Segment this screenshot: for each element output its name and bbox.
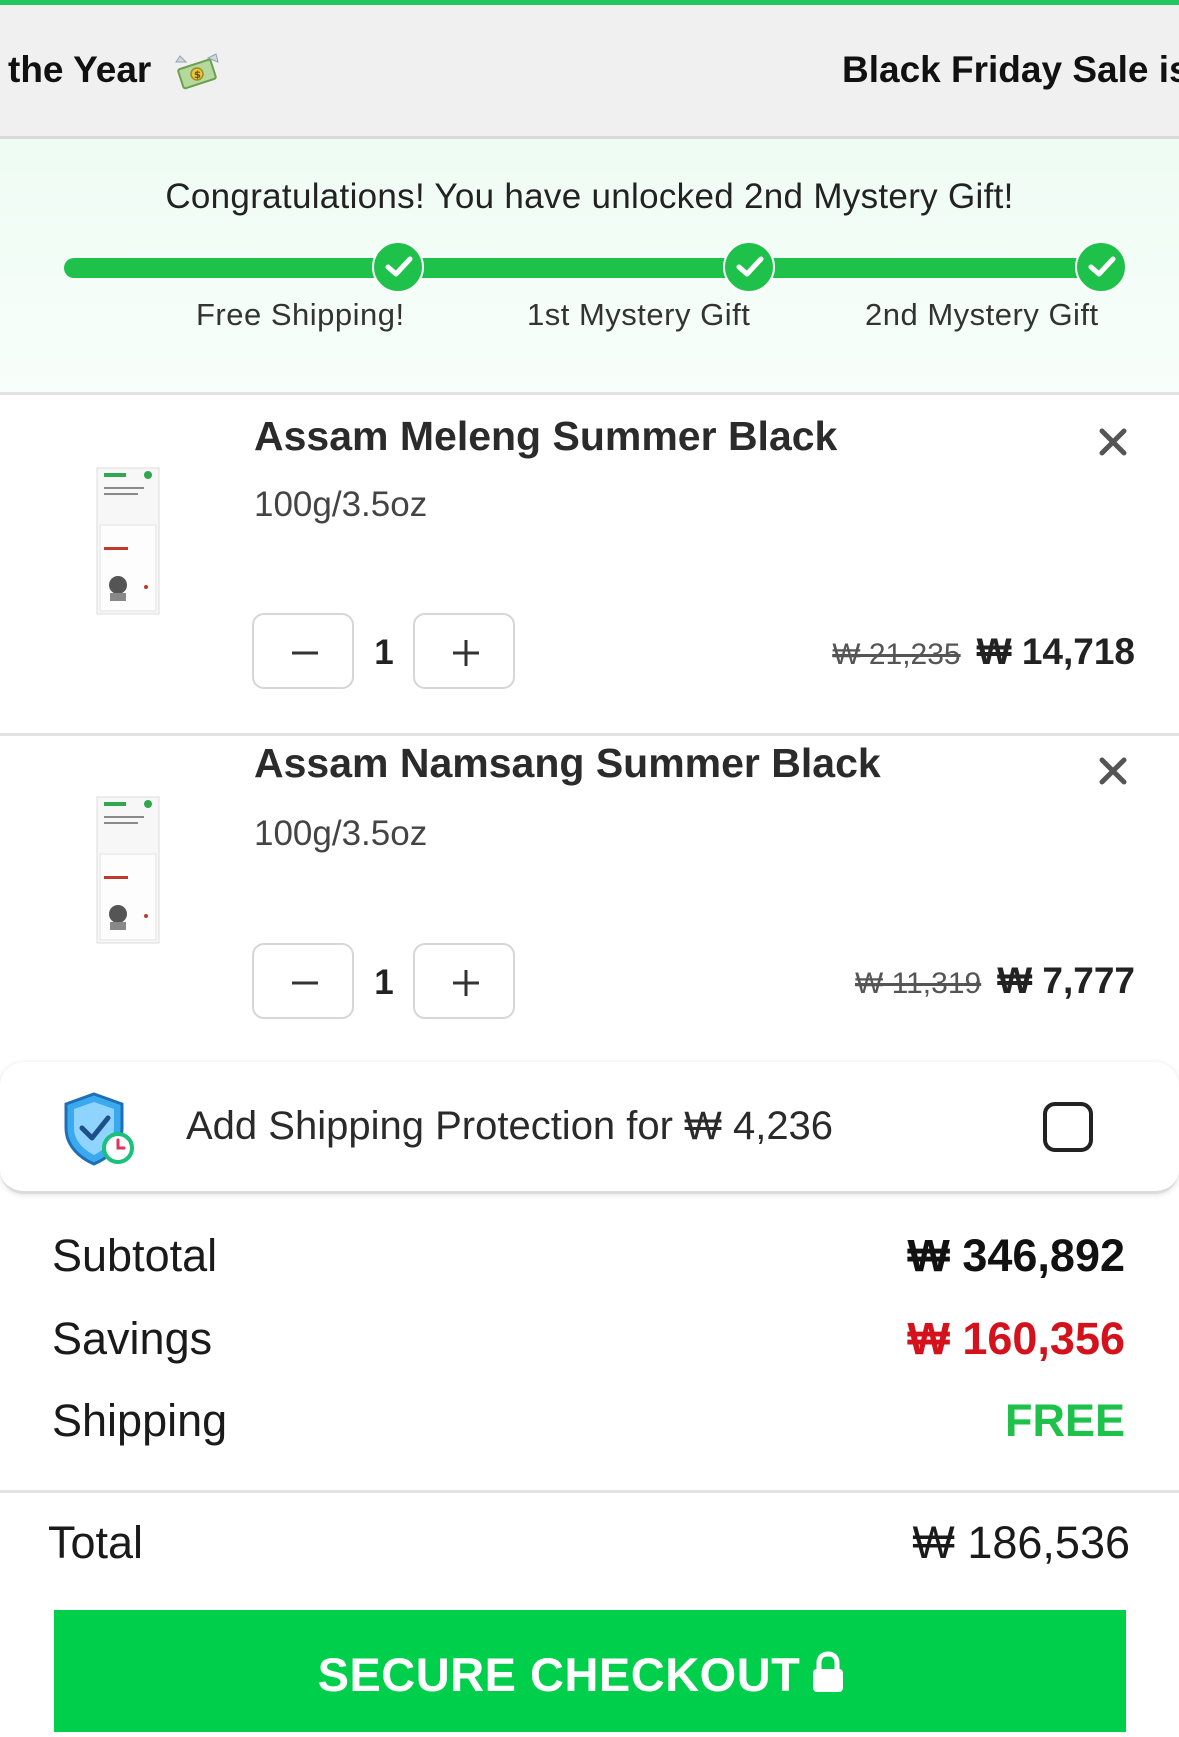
milestone-label: 2nd Mystery Gift (865, 297, 1099, 332)
milestone-check-icon (723, 241, 775, 293)
product-title[interactable]: Assam Meleng Summer Black (254, 413, 837, 460)
money-with-wings-icon: $ (172, 52, 222, 92)
minus-icon (292, 651, 318, 655)
increase-quantity-button[interactable] (413, 943, 515, 1019)
remove-item-icon[interactable] (1096, 754, 1130, 788)
total-label: Total (48, 1517, 144, 1568)
shipping-protection-checkbox[interactable] (1043, 1102, 1093, 1152)
announcement-marquee: the Year $ Black Friday Sale is (0, 5, 1179, 139)
milestone-check-icon (1075, 241, 1127, 293)
quantity-value: 1 (374, 633, 394, 672)
shipping-row: Shipping FREE (52, 1395, 1125, 1447)
reward-message: Congratulations! You have unlocked 2nd M… (165, 177, 1014, 216)
remove-item-icon[interactable] (1096, 425, 1130, 459)
shipping-protection[interactable]: Add Shipping Protection for ₩ 4,236 (0, 1062, 1179, 1194)
summary-divider (0, 1490, 1179, 1493)
milestone-label: 1st Mystery Gift (527, 297, 751, 332)
svg-text:$: $ (194, 70, 201, 81)
shipping-protection-label: Add Shipping Protection for ₩ 4,236 (186, 1104, 834, 1148)
sale-price: ₩ 7,777 (997, 960, 1135, 1001)
savings-row: Savings ₩ 160,356 (52, 1313, 1125, 1365)
product-title[interactable]: Assam Namsang Summer Black (254, 740, 881, 787)
announcement-right-text: Black Friday Sale is (842, 49, 1179, 90)
progress-bar (64, 258, 1124, 278)
minus-icon (292, 981, 318, 985)
savings-label: Savings (52, 1313, 213, 1364)
savings-value: ₩ 160,356 (907, 1313, 1125, 1364)
item-price: ₩ 11,319 ₩ 7,777 (855, 960, 1135, 1002)
decrease-quantity-button[interactable] (252, 943, 354, 1019)
product-image (96, 796, 160, 944)
subtotal-row: Subtotal ₩ 346,892 (52, 1230, 1125, 1282)
lock-icon (813, 1651, 843, 1692)
total-value: ₩ 186,536 (912, 1517, 1130, 1568)
decrease-quantity-button[interactable] (252, 613, 354, 689)
sale-price: ₩ 14,718 (976, 631, 1135, 672)
plus-icon (453, 970, 479, 996)
quantity-value: 1 (374, 963, 394, 1002)
milestone-check-icon (372, 241, 424, 293)
product-image (96, 467, 160, 615)
item-price: ₩ 21,235 ₩ 14,718 (832, 631, 1135, 673)
original-price: ₩ 11,319 (855, 967, 982, 1000)
original-price: ₩ 21,235 (832, 638, 961, 671)
checkout-label: SECURE CHECKOUT (317, 1648, 801, 1701)
cart-item: Assam Namsang Summer Black 100g/3.5oz 1 … (0, 736, 1179, 1041)
secure-checkout-button[interactable]: SECURE CHECKOUT (54, 1610, 1126, 1732)
subtotal-label: Subtotal (52, 1230, 218, 1281)
milestone-label: Free Shipping! (196, 297, 405, 332)
reward-progress: Congratulations! You have unlocked 2nd M… (0, 139, 1179, 395)
announcement-left-text: the Year (8, 49, 152, 90)
shipping-value: FREE (1004, 1395, 1125, 1446)
increase-quantity-button[interactable] (413, 613, 515, 689)
shipping-label: Shipping (52, 1395, 228, 1446)
plus-icon (453, 640, 479, 666)
total-row: Total ₩ 186,536 (48, 1517, 1130, 1569)
product-variant: 100g/3.5oz (254, 814, 428, 853)
product-variant: 100g/3.5oz (254, 485, 428, 524)
subtotal-value: ₩ 346,892 (907, 1230, 1125, 1281)
shield-clock-icon (64, 1092, 134, 1166)
announcement-left: the Year $ (8, 49, 222, 92)
cart-item: Assam Meleng Summer Black 100g/3.5oz 1 ₩… (0, 395, 1179, 736)
